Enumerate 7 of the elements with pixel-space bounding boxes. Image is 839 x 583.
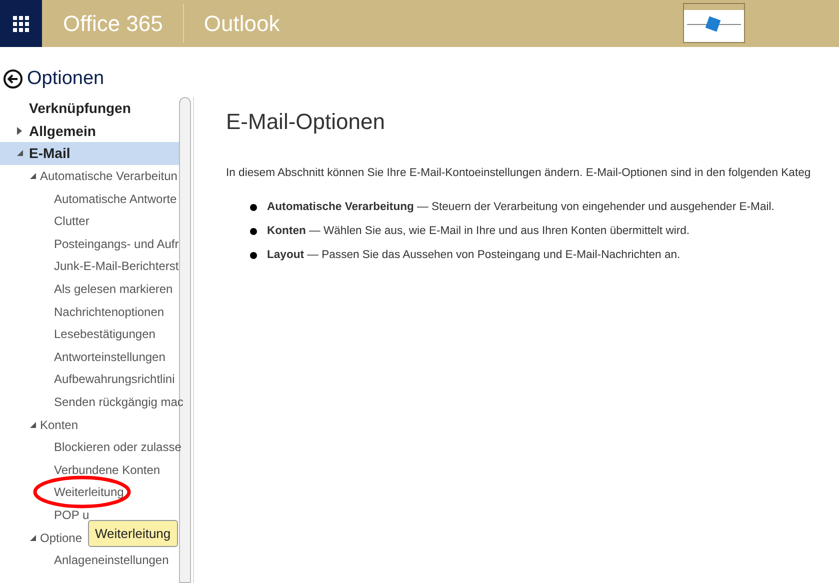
bullet-text: Konten — Wählen Sie aus, wie E-Mail in Ihre und aus Ihren Konten übermittelt wird. xyxy=(267,225,690,237)
intro-text: In diesem Abschnitt können Sie Ihre E-Mail-Kontoeinstellungen ändern. E-Mail-Optionen sind in den folgenden Kateg xyxy=(226,167,812,179)
page-title: Optionen xyxy=(27,68,104,90)
tooltip: Weiterleitung xyxy=(88,520,178,547)
section-title: E-Mail-Optionen xyxy=(226,109,386,135)
bullet-text: Automatische Verarbeitung — Steuern der Verarbeitung von eingehender und ausgehender E-Mail. xyxy=(267,201,774,213)
bullet-text: Layout — Passen Sie das Aussehen von Posteingang und E-Mail-Nachrichten an. xyxy=(267,249,680,261)
